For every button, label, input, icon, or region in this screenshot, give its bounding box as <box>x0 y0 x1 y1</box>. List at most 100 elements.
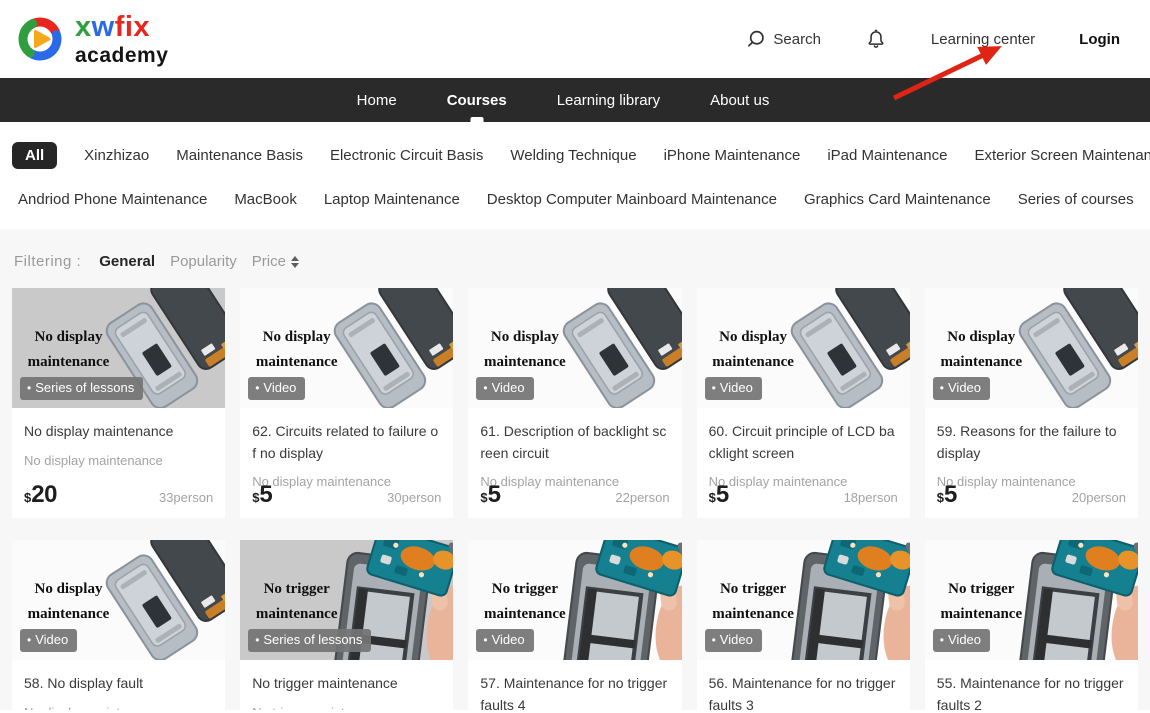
logo-subtitle: academy <box>75 45 168 66</box>
category-chip-label: iPad Maintenance <box>827 147 947 164</box>
course-card[interactable]: No display maintenance Video 58. No disp… <box>12 540 225 710</box>
header: xwfix academy Search Learning center Log… <box>0 0 1150 78</box>
notifications-button[interactable] <box>865 27 887 51</box>
course-thumbnail: No display maintenance Video <box>240 288 453 408</box>
course-type-badge: Video <box>705 629 762 652</box>
filter-option-label: Popularity <box>170 253 237 270</box>
course-title: 56. Maintenance for no trigger faults 3 <box>709 673 898 710</box>
course-card[interactable]: No trigger maintenance Video 57. Mainten… <box>468 540 681 710</box>
filter-row: Filtering : General Popularity Price <box>12 253 1138 270</box>
course-card[interactable]: No trigger maintenance Video 55. Mainten… <box>925 540 1138 710</box>
course-title: 59. Reasons for the failure to display <box>937 421 1126 464</box>
thumbnail-caption: No display maintenance <box>703 325 803 375</box>
course-card[interactable]: No display maintenance Series of lessons… <box>12 288 225 518</box>
category-chip[interactable]: iPad Maintenance <box>827 142 947 169</box>
course-price: 5 <box>716 483 729 507</box>
category-row: Andriod Phone Maintenance MacBook Laptop… <box>12 186 1138 213</box>
price-sort-icon <box>291 256 299 268</box>
login-button[interactable]: Login <box>1079 31 1120 48</box>
currency-symbol: $ <box>24 490 31 505</box>
course-info: 58. No display fault No display maintena… <box>12 660 225 710</box>
filter-option[interactable]: Popularity <box>170 253 237 270</box>
course-type-badge: Video <box>476 629 533 652</box>
filter-option-label: General <box>99 253 155 270</box>
course-thumbnail: No trigger maintenance Video <box>925 540 1138 660</box>
thumbnail-caption: No trigger maintenance <box>475 577 575 627</box>
filtering-label: Filtering : <box>14 253 81 270</box>
course-thumbnail: No display maintenance Video <box>468 288 681 408</box>
category-chip-label: Desktop Computer Mainboard Maintenance <box>487 191 777 208</box>
nav-item-label: About us <box>710 92 769 109</box>
category-chip-label: iPhone Maintenance <box>664 147 801 164</box>
nav-item-home[interactable]: Home <box>353 78 401 122</box>
category-chip[interactable]: Series of courses <box>1018 186 1134 213</box>
course-info: 55. Maintenance for no trigger faults 2 <box>925 660 1138 710</box>
price-row: $ 5 18person <box>709 483 898 507</box>
nav-item-learning-library[interactable]: Learning library <box>553 78 664 122</box>
logo-word: xwfix <box>75 13 168 42</box>
course-card[interactable]: No display maintenance Video 61. Descrip… <box>468 288 681 518</box>
category-chip[interactable]: Graphics Card Maintenance <box>804 186 991 213</box>
category-chip-label: MacBook <box>234 191 297 208</box>
category-chip[interactable]: Maintenance Basis <box>176 142 303 169</box>
category-chip[interactable]: Xinzhizao <box>84 142 149 169</box>
course-card[interactable]: No display maintenance Video 60. Circuit… <box>697 288 910 518</box>
logo-word-part: w <box>92 11 115 43</box>
course-card[interactable]: No trigger maintenance Video 56. Mainten… <box>697 540 910 710</box>
filter-option-label: Price <box>252 253 286 270</box>
category-chip[interactable]: Andriod Phone Maintenance <box>18 186 207 213</box>
course-title: 55. Maintenance for no trigger faults 2 <box>937 673 1126 710</box>
category-chip[interactable]: MacBook <box>234 186 297 213</box>
course-card[interactable]: No trigger maintenance Series of lessons… <box>240 540 453 710</box>
learning-center-link[interactable]: Learning center <box>931 31 1035 48</box>
course-title: 61. Description of backlight screen circ… <box>480 421 669 464</box>
content-area: Filtering : General Popularity Price No … <box>0 229 1150 710</box>
thumbnail-caption: No trigger maintenance <box>703 577 803 627</box>
course-thumbnail: No display maintenance Video <box>12 540 225 660</box>
student-count: 22person <box>615 490 669 505</box>
nav-item-label: Home <box>357 92 397 109</box>
search-button[interactable]: Search <box>745 29 821 50</box>
category-row: All Xinzhizao Maintenance Basis Electron… <box>12 142 1138 169</box>
price-row: $ 5 22person <box>480 483 669 507</box>
course-price: 5 <box>488 483 501 507</box>
course-info: 57. Maintenance for no trigger faults 4 <box>468 660 681 710</box>
course-title: No trigger maintenance <box>252 673 441 695</box>
nav-item-label: Learning library <box>557 92 660 109</box>
header-actions: Search Learning center Login <box>745 27 1120 51</box>
course-type-badge: Video <box>20 629 77 652</box>
thumbnail-caption: No trigger maintenance <box>931 577 1031 627</box>
logo-text: xwfix academy <box>75 13 168 66</box>
category-chip-label: Andriod Phone Maintenance <box>18 191 207 208</box>
course-thumbnail: No display maintenance Series of lessons <box>12 288 225 408</box>
play-icon <box>36 32 50 47</box>
course-type-badge: Video <box>705 377 762 400</box>
filter-option[interactable]: Price <box>252 253 299 270</box>
category-chip[interactable]: Welding Technique <box>510 142 636 169</box>
student-count: 20person <box>1072 490 1126 505</box>
category-chip-label: Series of courses <box>1018 191 1134 208</box>
nav-item-about-us[interactable]: About us <box>706 78 773 122</box>
category-chip-label: Graphics Card Maintenance <box>804 191 991 208</box>
course-thumbnail: No display maintenance Video <box>925 288 1138 408</box>
category-chip-label: Exterior Screen Maintenance <box>974 147 1150 164</box>
logo-word-part: x <box>75 11 92 43</box>
filter-option[interactable]: General <box>99 253 155 270</box>
category-chip-label: Electronic Circuit Basis <box>330 147 483 164</box>
category-filter: All Xinzhizao Maintenance Basis Electron… <box>0 122 1150 229</box>
category-chip[interactable]: Electronic Circuit Basis <box>330 142 483 169</box>
course-type-badge: Series of lessons <box>20 377 143 400</box>
category-chip-label: Xinzhizao <box>84 147 149 164</box>
category-chip[interactable]: Desktop Computer Mainboard Maintenance <box>487 186 777 213</box>
category-chip[interactable]: iPhone Maintenance <box>664 142 801 169</box>
category-chip[interactable]: All <box>12 142 57 169</box>
category-chip[interactable]: Exterior Screen Maintenance <box>974 142 1150 169</box>
nav-item-courses[interactable]: Courses <box>443 78 511 122</box>
course-card[interactable]: No display maintenance Video 59. Reasons… <box>925 288 1138 518</box>
course-card[interactable]: No display maintenance Video 62. Circuit… <box>240 288 453 518</box>
filter-options: General Popularity Price <box>99 253 314 270</box>
currency-symbol: $ <box>937 490 944 505</box>
course-info: 59. Reasons for the failure to display N… <box>925 408 1138 518</box>
logo[interactable]: xwfix academy <box>14 12 168 66</box>
category-chip[interactable]: Laptop Maintenance <box>324 186 460 213</box>
